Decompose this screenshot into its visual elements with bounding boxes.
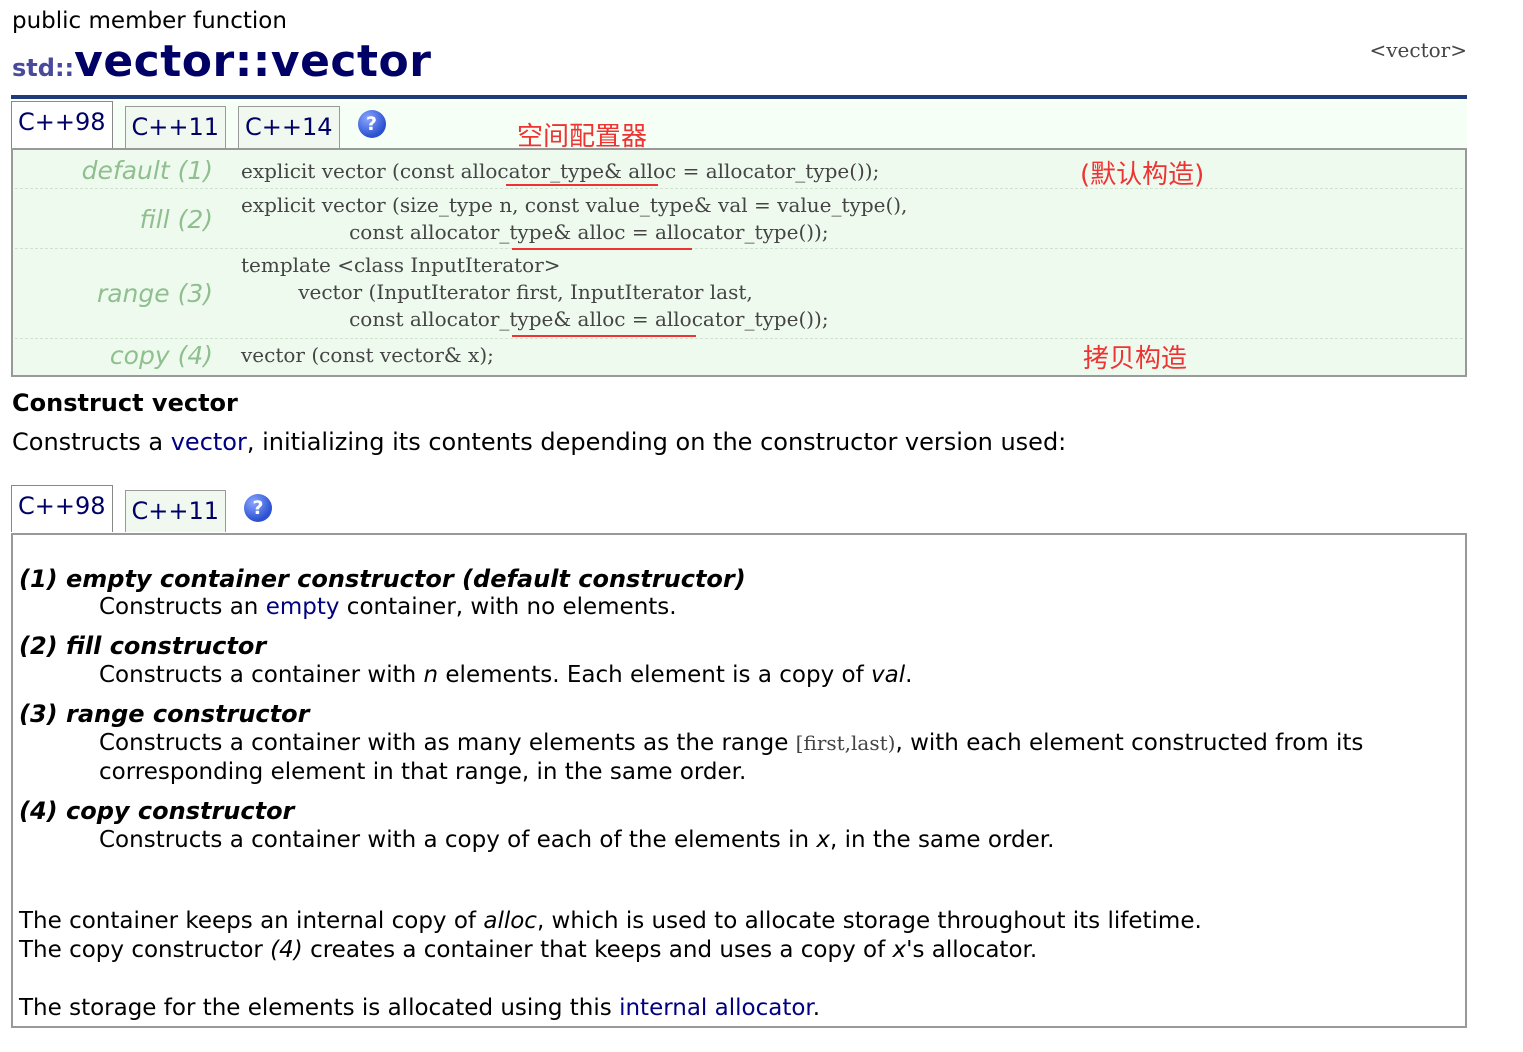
ref-4: (4) [270, 937, 303, 963]
signature-row-copy: copy (4) vector (const vector& x); [15, 339, 1463, 373]
signature-label: default (1) [81, 156, 213, 185]
signature-row-fill: fill (2) explicit vector (size_type n, c… [15, 189, 1463, 249]
title-divider [11, 95, 1467, 99]
tab-cpp11-desc[interactable]: C++11 [124, 490, 227, 532]
desc-text: Constructs an [99, 594, 266, 620]
param-val: val [870, 662, 906, 688]
intro-text: , initializing its contents depending on… [246, 428, 1067, 456]
note-text: The storage for the elements is allocate… [19, 995, 620, 1021]
signature-box: default (1) explicit vector (const alloc… [11, 148, 1467, 377]
note-copy-allocator: The copy constructor (4) creates a conta… [19, 937, 1037, 963]
internal-allocator-link[interactable]: internal allocator [619, 995, 813, 1021]
section-intro: Constructs a vector, initializing its co… [12, 428, 1066, 456]
help-icon[interactable]: ? [244, 494, 273, 522]
signature-code: explicit vector (const allocator_type& a… [241, 159, 880, 183]
empty-link[interactable]: empty [266, 594, 340, 620]
help-icon[interactable]: ? [357, 110, 386, 138]
constructor-title-default: (1) empty container constructor (default… [19, 565, 746, 593]
description-box: (1) empty container constructor (default… [11, 533, 1467, 1028]
desc-text: . [905, 662, 913, 688]
desc-text: Constructs a container with as many elem… [99, 730, 796, 756]
signature-code: const allocator_type& alloc = allocator_… [241, 220, 829, 244]
tab-cpp11[interactable]: C++11 [124, 106, 227, 148]
note-text: The copy constructor [19, 937, 271, 963]
signature-label: copy (4) [109, 341, 213, 370]
desc-text: corresponding element in that range, in … [99, 759, 747, 785]
signature-code: template <class InputIterator> [241, 253, 561, 277]
desc-text: Constructs a container with [99, 662, 424, 688]
desc-text: , with each element constructed from its [895, 730, 1364, 756]
signature-label: fill (2) [139, 205, 213, 234]
constructor-title-copy: (4) copy constructor [19, 797, 295, 825]
tab-cpp14[interactable]: C++14 [238, 106, 340, 148]
constructor-desc-copy: Constructs a container with a copy of ea… [99, 826, 1054, 855]
param-alloc: alloc [483, 908, 537, 934]
constructor-title-fill: (2) fill constructor [19, 632, 267, 660]
note-storage: The storage for the elements is allocate… [19, 995, 820, 1021]
signature-code: vector (const vector& x); [241, 343, 494, 367]
param-x: x [816, 827, 830, 853]
signature-code: const allocator_type& alloc = allocator_… [241, 307, 829, 331]
constructor-title-range: (3) range constructor [19, 700, 310, 728]
signature-code: vector (InputIterator first, InputIterat… [241, 280, 753, 304]
desc-text: Constructs a container with a copy of ea… [99, 827, 817, 853]
constructor-desc-fill: Constructs a container with n elements. … [99, 661, 912, 690]
note-text: 's allocator. [906, 937, 1038, 963]
page-title: std::vector::vector [12, 36, 431, 87]
signature-label: range (3) [96, 279, 213, 308]
member-kind-label: public member function [12, 8, 287, 34]
constructor-desc-default: Constructs an empty container, with no e… [99, 593, 677, 622]
range-notation: [first,last) [795, 731, 896, 755]
signature-row-range: range (3) template <class InputIterator>… [15, 249, 1463, 339]
constructor-desc-range: Constructs a container with as many elem… [99, 729, 1363, 787]
signature-code: explicit vector (size_type n, const valu… [241, 193, 908, 217]
annotation-copy-constructor: 拷贝构造 [1083, 344, 1188, 374]
param-n: n [423, 662, 439, 688]
description-version-tabs: C++98 C++11 ? [11, 485, 273, 532]
signature-row-default: default (1) explicit vector (const alloc… [15, 152, 1463, 189]
annotation-underline [512, 248, 692, 250]
signature-version-tabs: C++98 C++11 C++14 ? [11, 101, 386, 148]
function-name: vector::vector [74, 36, 432, 87]
note-text: The container keeps an internal copy of [19, 908, 484, 934]
note-text: creates a container that keeps and uses … [302, 937, 893, 963]
header-library-label: <vector> [1369, 38, 1468, 62]
param-x: x [892, 937, 907, 963]
desc-text: , in the same order. [829, 827, 1055, 853]
note-text: . [812, 995, 821, 1021]
desc-text: container, with no elements. [339, 594, 677, 620]
desc-text: elements. Each element is a copy of [438, 662, 871, 688]
note-alloc-copy: The container keeps an internal copy of … [19, 908, 1202, 934]
annotation-underline [506, 184, 658, 186]
section-heading: Construct vector [12, 389, 238, 417]
tab-strip-background [112, 485, 1467, 532]
vector-link[interactable]: vector [171, 428, 247, 456]
annotation-underline [512, 335, 696, 337]
note-text: , which is used to allocate storage thro… [536, 908, 1202, 934]
namespace-prefix: std:: [12, 54, 75, 82]
tab-cpp98-desc[interactable]: C++98 [11, 485, 113, 532]
tab-cpp98[interactable]: C++98 [11, 101, 113, 148]
intro-text: Constructs a [12, 428, 171, 456]
annotation-default-constructor: (默认构造) [1080, 160, 1205, 190]
